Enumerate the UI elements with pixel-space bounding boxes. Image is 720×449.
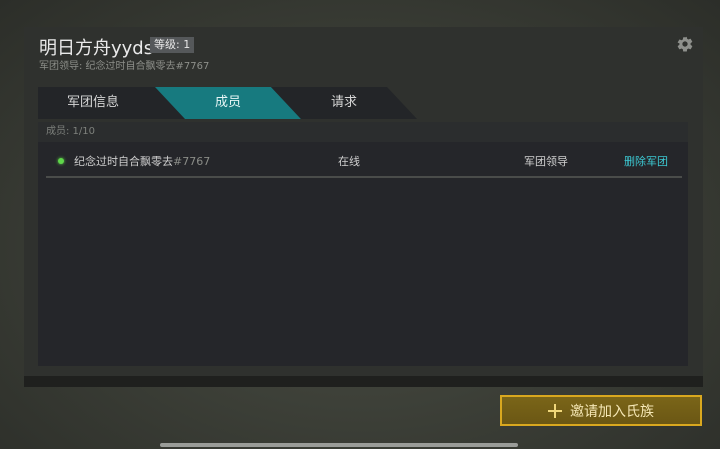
member-tag: #7767	[173, 155, 211, 168]
delete-clan-link[interactable]: 删除军团	[624, 153, 668, 169]
tab-requests[interactable]: 请求	[271, 87, 417, 119]
gear-icon[interactable]	[676, 35, 694, 53]
level-badge: 等级: 1	[150, 37, 195, 53]
home-indicator[interactable]	[160, 443, 518, 447]
clan-tabs: 军团信息 成员 请求	[38, 87, 418, 119]
clan-panel: 明日方舟yyds 等级: 1 军团领导: 纪念过时自合飘零去#7767 军团信息…	[24, 27, 703, 377]
member-role: 军团领导	[524, 155, 568, 168]
tab-requests-label: 请求	[330, 95, 357, 110]
panel-footer-bar	[24, 376, 703, 387]
tab-clan-info-label: 军团信息	[66, 95, 119, 110]
member-status: 在线	[338, 155, 360, 168]
member-name-text: 纪念过时自合飘零去	[74, 155, 173, 168]
tab-members-label: 成员	[214, 95, 241, 110]
invite-to-clan-button[interactable]: 邀请加入氏族	[500, 395, 702, 426]
member-row: 纪念过时自合飘零去#7767 在线 军团领导 删除军团	[46, 146, 682, 178]
plus-icon	[548, 403, 562, 418]
members-count: 成员: 1/10	[38, 122, 688, 142]
clan-leader-line: 军团领导: 纪念过时自合飘零去#7767	[39, 61, 210, 72]
online-status-icon	[58, 158, 64, 164]
invite-button-label: 邀请加入氏族	[570, 403, 654, 420]
members-list: 成员: 1/10 纪念过时自合飘零去#7767 在线 军团领导 删除军团	[38, 122, 688, 366]
member-name: 纪念过时自合飘零去#7767	[74, 153, 210, 169]
